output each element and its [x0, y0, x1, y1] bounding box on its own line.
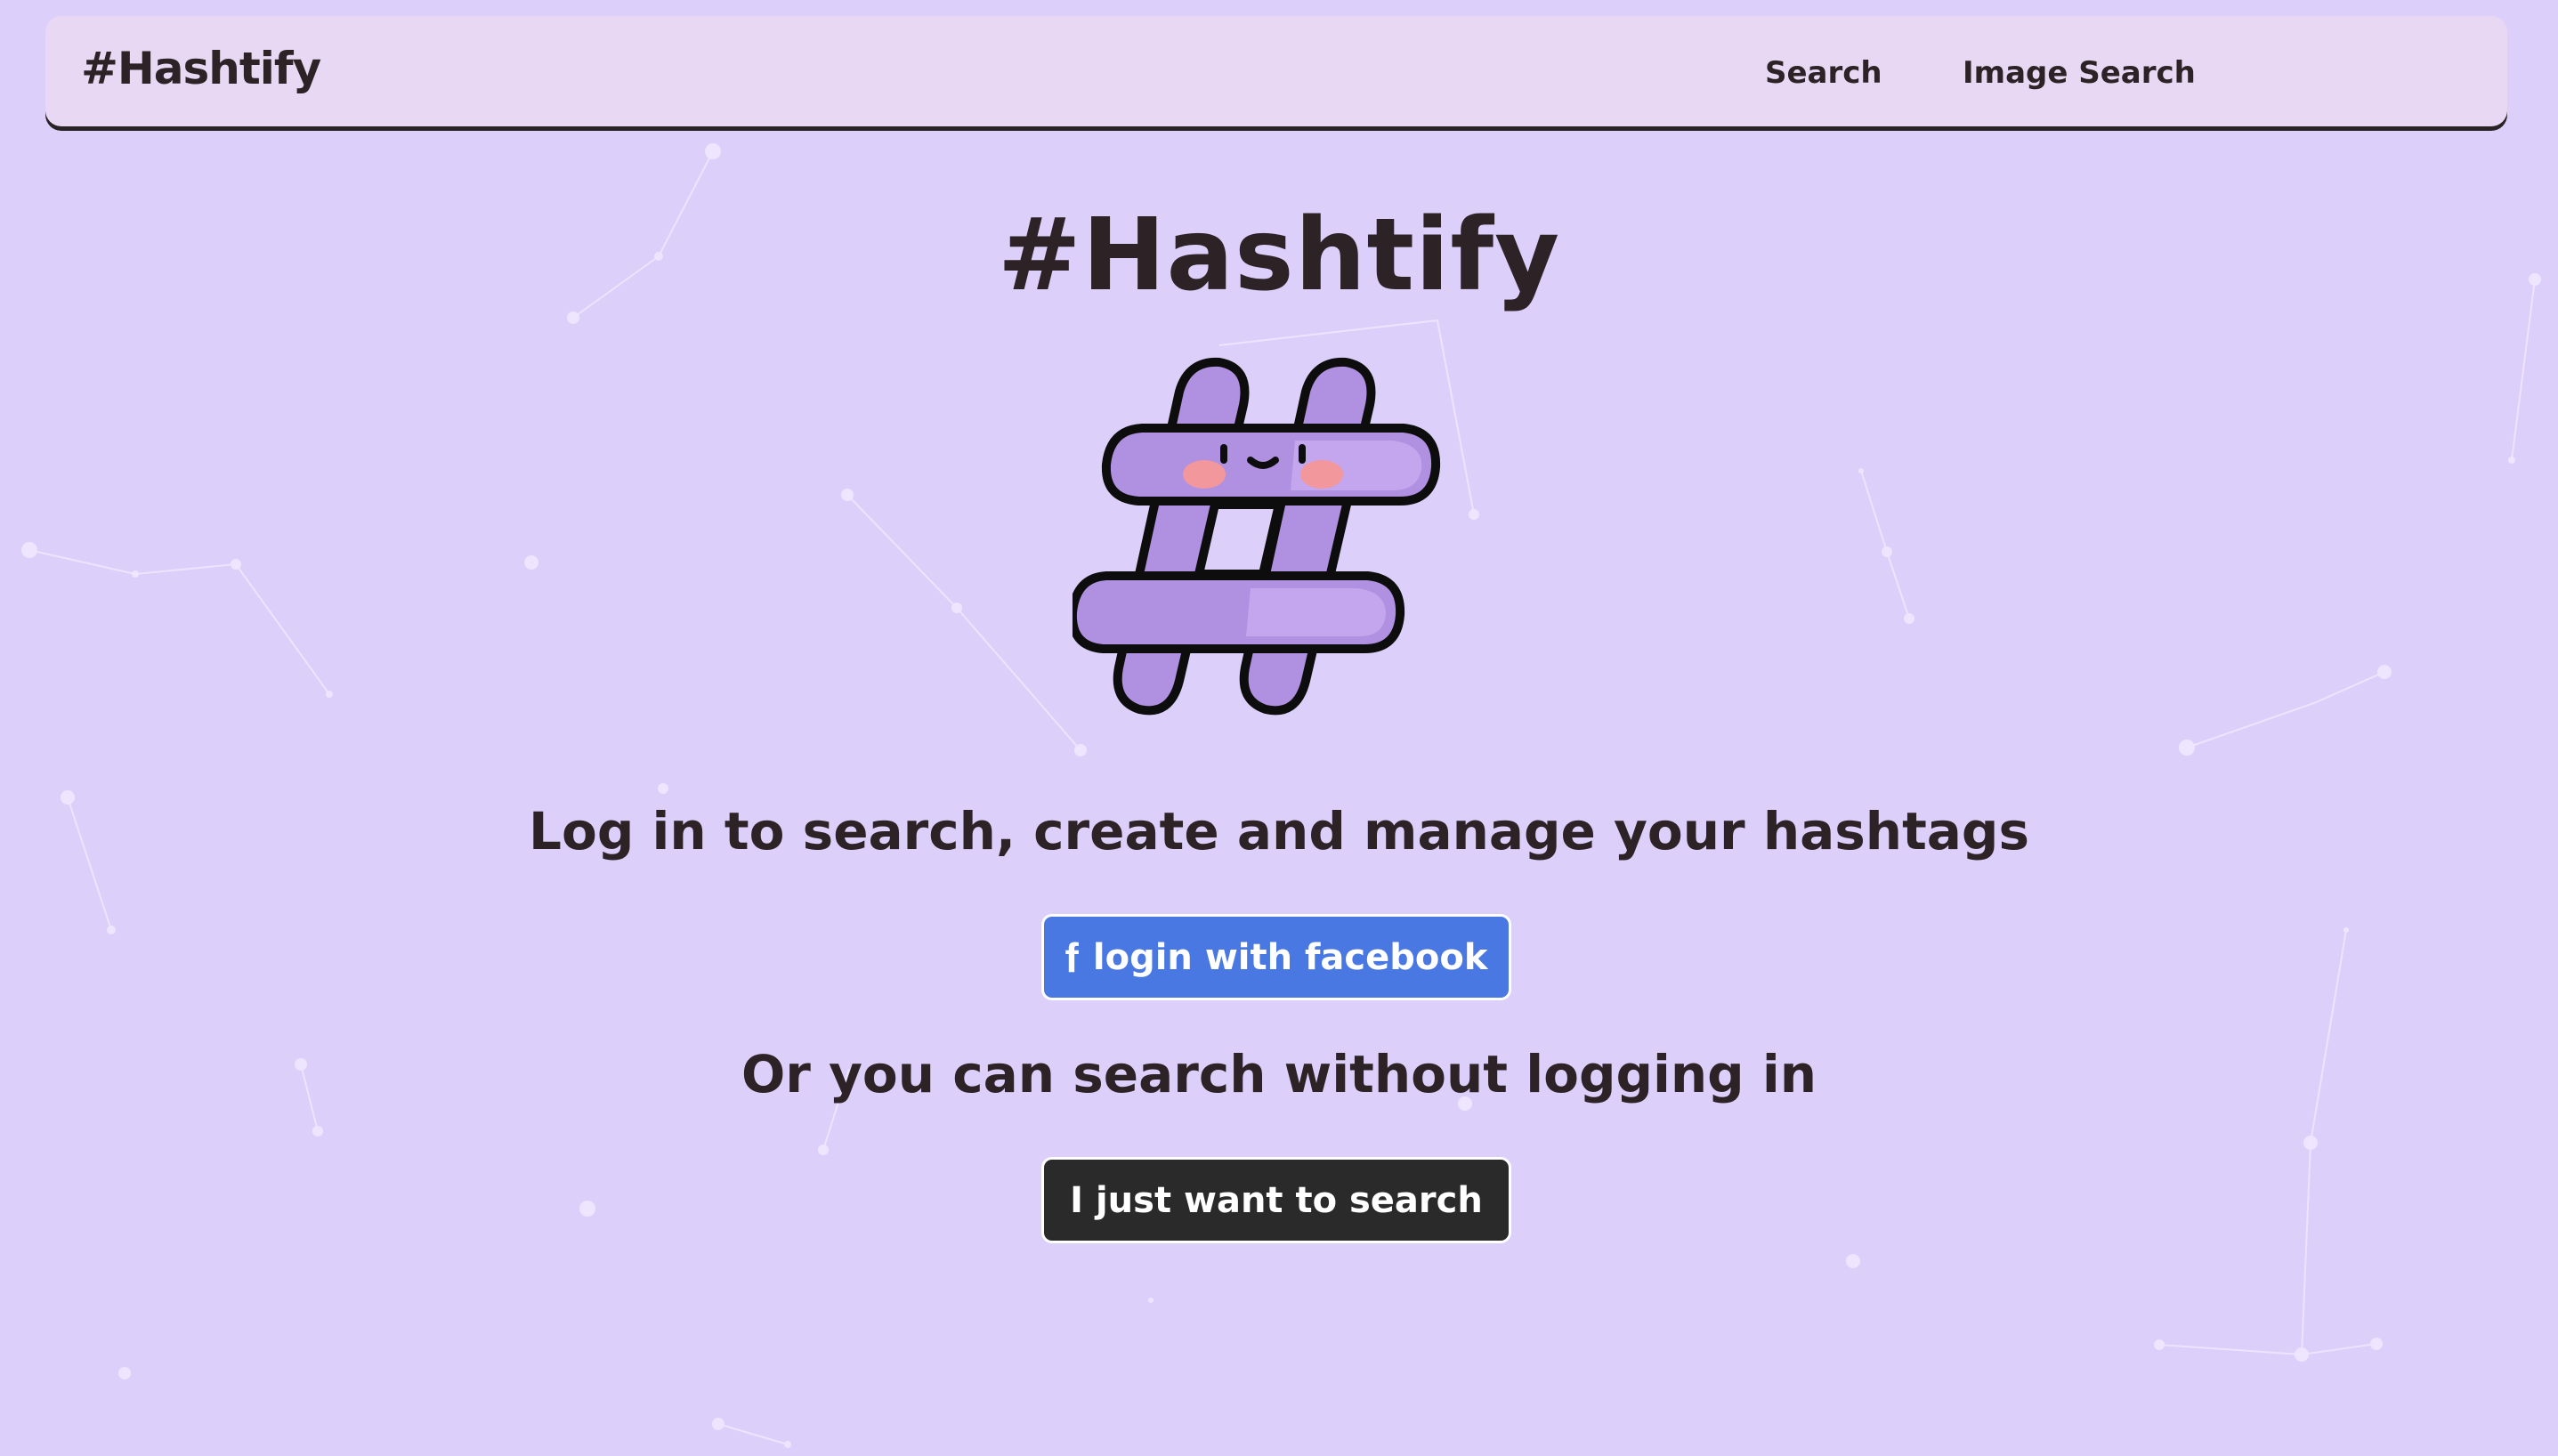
just-search-button[interactable]: I just want to search	[1041, 1157, 1511, 1243]
nav-link-image-search[interactable]: Image Search	[1963, 55, 2196, 91]
nav-link-search[interactable]: Search	[1765, 55, 1882, 91]
page-title: #Hashtify	[997, 198, 1561, 313]
just-search-label: I just want to search	[1070, 1179, 1483, 1221]
top-navbar: #Hashtify Search Image Search	[45, 16, 2507, 126]
brand-logo-link[interactable]: #Hashtify	[81, 43, 321, 94]
login-facebook-label: login with facebook	[1092, 936, 1488, 978]
search-without-login-prompt: Or you can search without logging in	[741, 1044, 1817, 1104]
facebook-icon: f	[1064, 934, 1079, 981]
login-prompt: Log in to search, create and manage your…	[529, 801, 2029, 861]
login-facebook-button[interactable]: f login with facebook	[1041, 914, 1511, 1000]
hashtag-mascot-icon	[1073, 357, 1441, 716]
